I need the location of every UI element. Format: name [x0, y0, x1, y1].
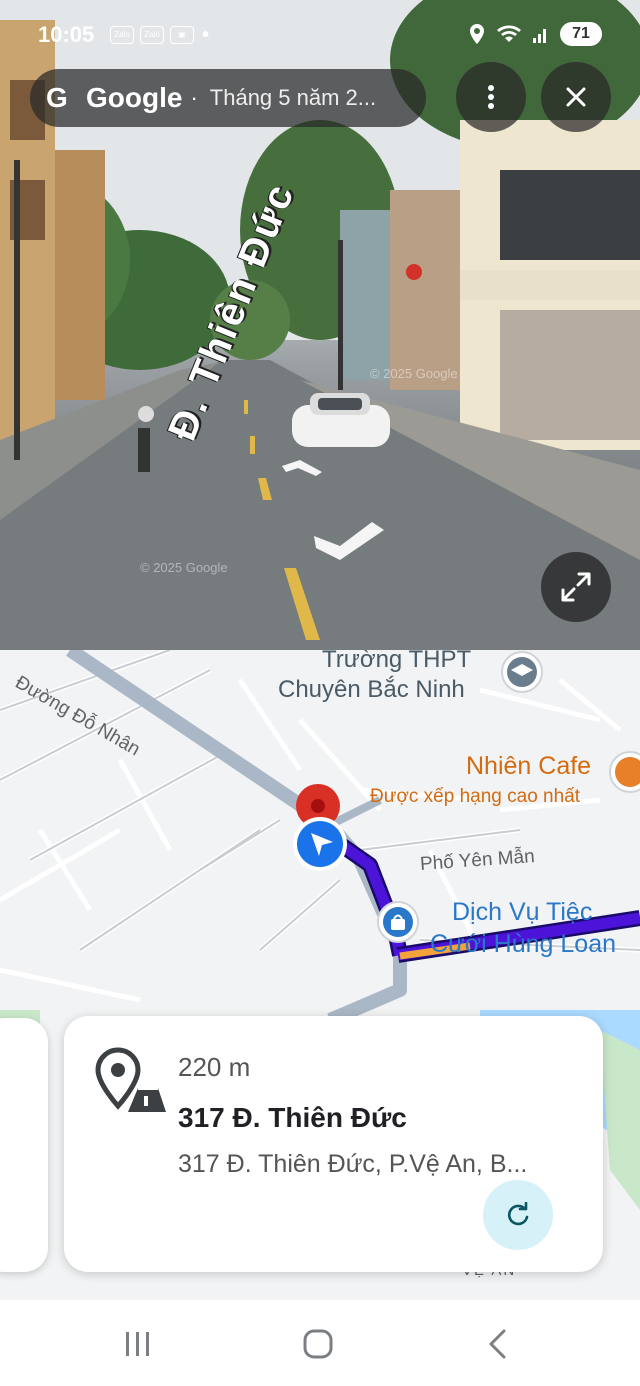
brand-title: Google: [86, 82, 183, 113]
scan-icon: ▣: [170, 26, 194, 44]
system-icons: 71: [468, 22, 602, 46]
more-options-button[interactable]: [456, 62, 526, 132]
home-icon: [303, 1329, 333, 1359]
close-icon: [566, 87, 586, 107]
system-navigation-bar: [0, 1300, 640, 1386]
poi-school-label[interactable]: Chuyên Bắc Ninh: [278, 676, 465, 704]
poi-wedding-label[interactable]: Dịch Vụ Tiệc: [452, 898, 592, 927]
previous-place-card[interactable]: [0, 1018, 48, 1272]
location-icon: [470, 24, 484, 44]
poi-cafe-rating: Được xếp hạng cao nhất: [370, 786, 581, 807]
close-button[interactable]: [541, 62, 611, 132]
status-time: 10:05: [38, 22, 95, 47]
more-notifications-dot: •: [202, 24, 210, 46]
capture-date: Tháng 5 năm 2...: [209, 85, 377, 110]
expand-icon: [561, 572, 591, 602]
poi-wedding-label[interactable]: Cưới Hùng Loan: [430, 930, 616, 959]
notification-icons: Zalo Zalo ▣: [110, 26, 194, 44]
street-view-panel[interactable]: Đ. Thiên Đức © 2025 Google © 2025 Google…: [0, 0, 640, 650]
more-vert-icon: [488, 85, 494, 109]
recent-apps-button[interactable]: [118, 1324, 158, 1364]
place-address: 317 Đ. Thiên Đức, P.Vệ An, B...: [178, 1150, 528, 1178]
home-button[interactable]: [298, 1324, 338, 1364]
place-title: 317 Đ. Thiên Đức: [178, 1102, 407, 1133]
poi-cafe-label[interactable]: Nhiên Cafe: [466, 752, 591, 781]
zalo-icon: Zalo: [140, 26, 164, 44]
refresh-icon: [507, 1202, 529, 1226]
street-view-header[interactable]: G Google · Tháng 5 năm 2...: [30, 69, 426, 127]
signal-icon: [533, 29, 546, 43]
back-icon: [489, 1329, 506, 1359]
battery-indicator: 71: [560, 22, 602, 46]
watermark: © 2025 Google: [140, 560, 228, 575]
fullscreen-button[interactable]: [541, 552, 611, 622]
place-card[interactable]: 220 m 317 Đ. Thiên Đức 317 Đ. Thiên Đức,…: [64, 1016, 603, 1272]
wifi-icon: [497, 25, 521, 42]
status-bar: 10:05 Zalo Zalo ▣ • 71: [0, 0, 640, 70]
distance-text: 220 m: [178, 1052, 251, 1082]
place-pin-icon: [95, 1047, 166, 1112]
google-logo-icon: G: [46, 82, 68, 113]
separator-dot: ·: [190, 85, 198, 110]
back-button[interactable]: [478, 1324, 518, 1364]
poi-school-label[interactable]: Trường THPT: [322, 650, 471, 674]
recent-apps-icon: [126, 1332, 149, 1356]
watermark: © 2025 Google: [370, 366, 458, 381]
refresh-button[interactable]: [483, 1180, 553, 1250]
zalo-icon: Zalo: [110, 26, 134, 44]
